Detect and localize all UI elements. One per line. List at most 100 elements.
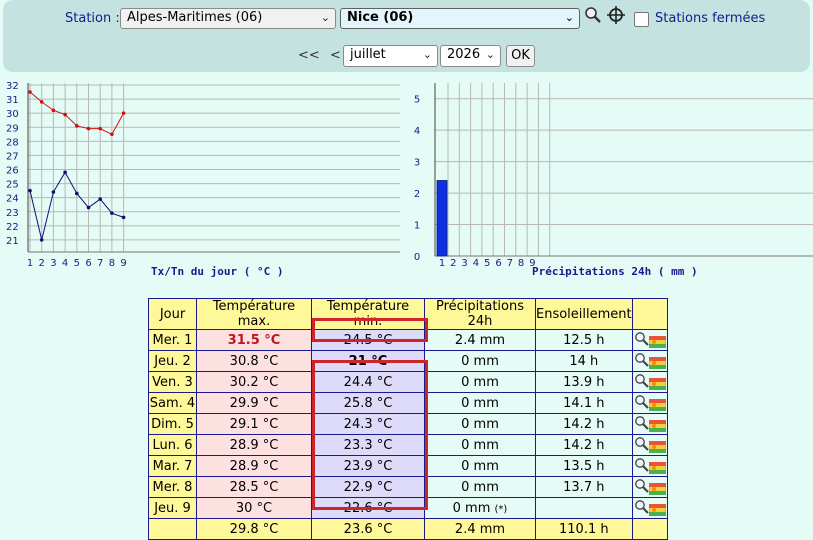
chevron-down-icon: ⌄ xyxy=(422,48,432,61)
day-cell: Mer. 8 xyxy=(148,476,197,498)
precip-cell: 0 mm xyxy=(424,434,536,456)
weather-map-icon[interactable] xyxy=(648,441,666,453)
actions-cell xyxy=(631,371,668,393)
tmin-cell: 25.8 °C xyxy=(311,392,425,414)
table-row: Ven. 3 30.2 °C 24.4 °C 0 mm 13.9 h xyxy=(148,371,668,393)
closed-stations-checkbox[interactable] xyxy=(634,12,649,27)
x-tick-label: 5 xyxy=(484,258,490,269)
header-actions xyxy=(631,298,668,330)
x-tick-label: 3 xyxy=(461,258,467,269)
x-tick-label: 2 xyxy=(450,258,456,269)
precip-value: 0 mm xyxy=(461,458,499,474)
table-header-row: Jour Température max. Température min. P… xyxy=(148,298,668,330)
data-point-tn xyxy=(63,170,67,175)
actions-cell xyxy=(631,413,668,435)
header-precip: Précipitations 24h xyxy=(424,298,536,330)
tmax-average-cell: 29.8 °C xyxy=(196,518,312,540)
table-body: Mer. 1 31.5 °C 24.5 °C 2.4 mm 12.5 h Jeu. 2 30… xyxy=(148,329,668,540)
x-tick-label: 7 xyxy=(97,258,103,269)
year-value: 2026 xyxy=(447,47,481,62)
x-tick-label: 1 xyxy=(27,258,33,269)
data-point-tn xyxy=(51,190,56,194)
y-tick-label: 28 xyxy=(6,137,19,148)
station-select[interactable]: Nice (06) ⌄ xyxy=(340,8,580,29)
data-point-tn xyxy=(39,238,44,242)
tmin-cell: 23.3 °C xyxy=(311,434,425,456)
day-cell: Mar. 7 xyxy=(148,455,197,477)
sunshine-cell: 13.5 h xyxy=(535,455,633,477)
locate-crosshair-icon[interactable] xyxy=(606,5,626,25)
ok-button[interactable]: OK xyxy=(506,45,535,67)
precip-value: 0 mm xyxy=(461,437,499,453)
zoom-icon[interactable] xyxy=(634,394,650,410)
y-tick-label: 2 xyxy=(414,189,420,200)
tmax-cell: 29.1 °C xyxy=(196,413,312,435)
y-tick-label: 3 xyxy=(414,158,420,169)
y-tick-label: 22 xyxy=(6,222,19,233)
tmax-cell: 29.9 °C xyxy=(196,392,312,414)
precip-cell: 0 mm xyxy=(424,371,536,393)
zoom-icon[interactable] xyxy=(634,457,650,473)
closed-stations-label[interactable]: Stations fermées xyxy=(655,11,765,26)
weather-map-icon[interactable] xyxy=(648,483,666,495)
data-point-tx xyxy=(51,108,56,113)
department-select[interactable]: Alpes-Maritimes (06) ⌄ xyxy=(120,8,336,29)
table-row: Mer. 1 31.5 °C 24.5 °C 2.4 mm 12.5 h xyxy=(148,329,668,351)
y-tick-label: 4 xyxy=(414,126,420,137)
day-cell: Jeu. 9 xyxy=(148,497,197,519)
tmin-cell: 24.4 °C xyxy=(311,371,425,393)
weather-map-icon[interactable] xyxy=(648,462,666,474)
prev-month-link[interactable]: < xyxy=(330,48,341,63)
table-row: Jeu. 9 30 °C 22.6 °C 0 mm (*) xyxy=(148,497,668,519)
sunshine-cell xyxy=(535,497,633,519)
sunshine-cell: 14.2 h xyxy=(535,434,633,456)
x-tick-label: 9 xyxy=(120,258,126,269)
actions-cell xyxy=(631,392,668,414)
precip-cell: 0 mm xyxy=(424,455,536,477)
y-tick-label: 0 xyxy=(414,252,420,263)
weather-map-icon[interactable] xyxy=(648,378,666,390)
x-tick-label: 4 xyxy=(62,258,68,269)
zoom-icon[interactable] xyxy=(634,331,650,347)
prev-year-link[interactable]: << xyxy=(298,48,320,63)
actions-cell xyxy=(631,434,668,456)
tmin-cell: 24.5 °C xyxy=(311,329,425,351)
precip-cell: 0 mm xyxy=(424,476,536,498)
actions-cell xyxy=(631,350,668,372)
y-tick-label: 21 xyxy=(6,236,19,247)
table-row: Dim. 5 29.1 °C 24.3 °C 0 mm 14.2 h xyxy=(148,413,668,435)
tmin-cell: 23.9 °C xyxy=(311,455,425,477)
weather-map-icon[interactable] xyxy=(648,420,666,432)
weather-map-icon[interactable] xyxy=(648,336,666,348)
day-cell: Ven. 3 xyxy=(148,371,197,393)
precip-value: 0 mm xyxy=(461,353,499,369)
tmax-cell: 28.5 °C xyxy=(196,476,312,498)
precip-cell: 0 mm xyxy=(424,350,536,372)
search-icon[interactable] xyxy=(583,6,603,26)
weather-map-icon[interactable] xyxy=(648,399,666,411)
data-point-tx xyxy=(121,111,126,115)
sunshine-cell: 13.9 h xyxy=(535,371,633,393)
table-row: Sam. 4 29.9 °C 25.8 °C 0 mm 14.1 h xyxy=(148,392,668,414)
precip-value: 0 mm xyxy=(461,416,499,432)
data-point-tx xyxy=(110,132,114,137)
table-row: Mar. 7 28.9 °C 23.9 °C 0 mm 13.5 h xyxy=(148,455,668,477)
temperature-chart: 3231302928272625242322211 2 3 4 5 6 7 8 9 xyxy=(6,81,400,269)
year-select[interactable]: 2026 ⌄ xyxy=(440,45,501,67)
weather-map-icon[interactable] xyxy=(648,357,666,369)
data-point-tn xyxy=(98,197,102,201)
zoom-icon[interactable] xyxy=(634,373,650,389)
weather-map-icon[interactable] xyxy=(648,504,666,516)
y-tick-label: 24 xyxy=(6,194,19,205)
data-point-tn xyxy=(86,205,91,210)
x-tick-label: 8 xyxy=(518,258,524,269)
station-toolbar: Station : Alpes-Maritimes (06) ⌄ Nice (0… xyxy=(3,0,810,72)
zoom-icon[interactable] xyxy=(634,436,650,452)
zoom-icon[interactable] xyxy=(634,352,650,368)
zoom-icon[interactable] xyxy=(634,478,650,494)
data-point-tn xyxy=(121,215,126,220)
zoom-icon[interactable] xyxy=(634,415,650,431)
zoom-icon[interactable] xyxy=(634,499,650,515)
actions-cell xyxy=(631,476,668,498)
month-select[interactable]: juillet ⌄ xyxy=(343,45,438,67)
